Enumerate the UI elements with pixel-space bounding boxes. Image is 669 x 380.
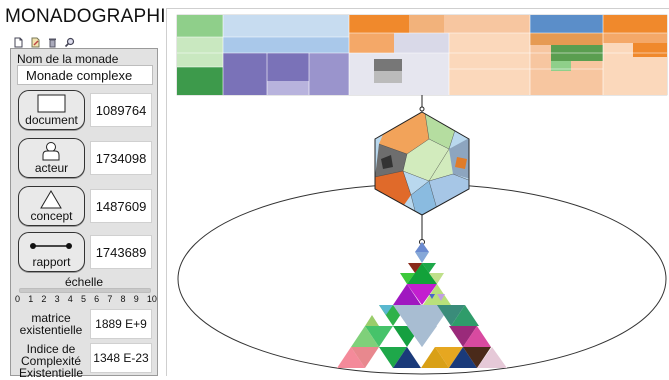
triangle-icon <box>40 190 62 209</box>
scale-tick: 4 <box>67 294 73 304</box>
concept-button[interactable]: concept <box>18 186 85 226</box>
document-count: 1089764 <box>90 93 152 127</box>
scale-tick: 6 <box>94 294 100 304</box>
rapport-button[interactable]: rapport <box>18 232 85 272</box>
actor-voronoi-hexagon[interactable] <box>372 109 472 219</box>
new-document-icon[interactable] <box>13 37 24 48</box>
search-icon[interactable] <box>64 37 75 48</box>
matrice-label: matrice existentielle <box>19 311 83 337</box>
scale-slider[interactable] <box>19 288 151 293</box>
edit-icon[interactable] <box>30 37 41 48</box>
link-icon <box>30 243 72 249</box>
delete-icon[interactable] <box>47 37 58 48</box>
acteur-count: 1734098 <box>90 141 152 175</box>
scale-tick: 2 <box>41 294 47 304</box>
monad-diagram <box>176 14 668 375</box>
monade-panel: Nom de la monade document 1089764 acteur… <box>10 48 158 380</box>
scale-tick: 7 <box>107 294 113 304</box>
concept-label: concept <box>30 209 73 223</box>
rectangle-icon <box>37 94 66 113</box>
scale-tick: 9 <box>133 294 139 304</box>
scale-tick: 8 <box>120 294 126 304</box>
scale-tick: 10 <box>146 294 157 304</box>
visualization-canvas[interactable] <box>166 8 669 376</box>
document-label: document <box>25 113 78 127</box>
monade-name-label: Nom de la monade <box>17 52 119 66</box>
document-treemap[interactable] <box>176 14 668 96</box>
app-title: MONADOGRAPHIE <box>5 6 179 27</box>
rapport-count: 1743689 <box>90 235 152 269</box>
rapport-label: rapport <box>32 255 71 269</box>
document-button[interactable]: document <box>18 90 85 130</box>
complexity-index-label: Indice de Complexité Existentielle <box>18 342 84 380</box>
acteur-button[interactable]: acteur <box>18 138 85 178</box>
actor-icon <box>42 142 60 161</box>
complexity-index-value: 1348 E-23 <box>90 343 152 373</box>
scale-tick: 1 <box>28 294 34 304</box>
scale-label: échelle <box>64 275 104 289</box>
scale-tick: 3 <box>54 294 60 304</box>
monade-name-input[interactable] <box>17 65 153 85</box>
matrice-value: 1889 E+9 <box>90 309 152 339</box>
concept-triangle[interactable] <box>337 242 507 368</box>
scale-tick: 5 <box>80 294 86 304</box>
scale-ticks: 0 1 2 3 4 5 6 7 8 9 10 <box>15 294 157 304</box>
concept-count: 1487609 <box>90 189 152 223</box>
scale-tick: 0 <box>15 294 21 304</box>
acteur-label: acteur <box>34 161 69 175</box>
